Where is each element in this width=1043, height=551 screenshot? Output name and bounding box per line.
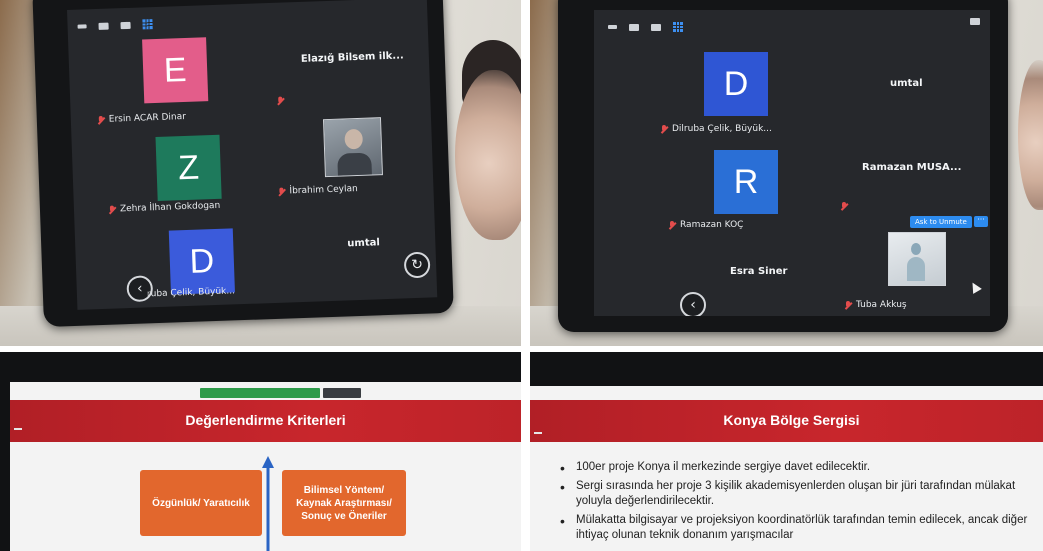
participant-name: Ersin ACAR Dinar: [97, 112, 186, 125]
minimize-icon[interactable]: [608, 25, 617, 29]
video-thumbnail: [322, 117, 383, 178]
toolbar[interactable]: [77, 17, 153, 34]
participant-name-text: İbrahim Ceylan: [289, 184, 358, 197]
photo-top-left: E Ersin ACAR Dinar Elazığ Bilsem ilk... …: [0, 0, 521, 346]
mic-muted-icon: [844, 300, 852, 310]
participant-name: umtal: [347, 237, 381, 250]
tablet-bezel: E Ersin ACAR Dinar Elazığ Bilsem ilk... …: [32, 0, 454, 328]
window-icon[interactable]: [629, 23, 639, 31]
tablet-bezel: D Dilruba Çelik, Büyük... umtal R Ramaza…: [558, 0, 1008, 332]
participant-name: Dilruba Çelik, Büyük...: [660, 124, 772, 134]
avatar: E: [142, 37, 209, 104]
bullet-item: 100er proje Konya il merkezinde sergiye …: [560, 459, 1043, 477]
person-body: [337, 152, 372, 176]
participant-name-text: Ersin ACAR Dinar: [108, 111, 187, 125]
mic-muted-icon: [277, 187, 285, 196]
photo-bottom-right: Konya Bölge Sergisi 100er proje Konya il…: [530, 352, 1043, 551]
slide-title: Konya Bölge Sergisi: [723, 412, 860, 428]
mic-muted-icon: [660, 124, 668, 134]
slide-screen: Konya Bölge Sergisi 100er proje Konya il…: [530, 386, 1043, 551]
avatar: Z: [155, 134, 222, 202]
fullscreen-icon[interactable]: [970, 18, 980, 25]
participant-name: umtal: [890, 78, 923, 89]
person-body: [907, 257, 925, 281]
video-thumbnail: [888, 232, 946, 286]
person-head: [911, 243, 921, 255]
bullet-list: 100er proje Konya il merkezinde sergiye …: [560, 459, 1043, 547]
participant-name-text: Zehra İlhan Gokdogan: [119, 200, 221, 215]
mic-muted-icon: [668, 220, 676, 230]
mic-muted-icon: [276, 97, 284, 106]
participant-name-text: Tuba Akkuş: [856, 300, 907, 310]
participant-name-text: Dilruba Çelik, Büyük...: [672, 124, 772, 134]
mic-muted-icon: [108, 205, 116, 214]
gallery-view-icon[interactable]: [673, 22, 683, 32]
axis-arrow-up: [262, 456, 274, 468]
mic-muted-icon: [97, 115, 105, 124]
meeting-screen: D Dilruba Çelik, Büyük... umtal R Ramaza…: [594, 10, 990, 316]
chevron-left-icon[interactable]: ‹: [680, 292, 706, 316]
participant-name: Tuba Akkuş: [844, 300, 907, 310]
meeting-screen: E Ersin ACAR Dinar Elazığ Bilsem ilk... …: [67, 0, 438, 310]
participant-name: Esra Siner: [730, 266, 788, 277]
participant-name: Ramazan MUSA...: [862, 162, 962, 173]
toolbar[interactable]: [608, 20, 683, 34]
photo-bottom-left: Değerlendirme Kriterleri Özgünlük/ Yarat…: [0, 352, 521, 551]
participant-name: ruba Çelik, Büyük...: [147, 286, 235, 299]
minimize-icon[interactable]: [77, 24, 87, 29]
rotate-icon[interactable]: ↻: [403, 251, 431, 279]
bullet-item: Sergi sırasında her proje 3 kişilik akad…: [560, 478, 1043, 510]
avatar: D: [168, 228, 235, 295]
mic-muted-icon: [840, 202, 848, 211]
photo-top-right: D Dilruba Çelik, Büyük... umtal R Ramaza…: [530, 0, 1043, 346]
ask-to-unmute-button[interactable]: Ask to Unmute: [910, 216, 972, 228]
more-options-button[interactable]: ···: [974, 216, 988, 227]
window-icon[interactable]: [120, 21, 131, 29]
speaker-chip: [534, 432, 542, 434]
mouse-cursor-icon: [968, 280, 982, 294]
avatar: D: [704, 52, 768, 116]
participant-name-text: ruba Çelik, Büyük...: [146, 286, 236, 300]
participant-name: Zehra İlhan Gokdogan: [108, 201, 221, 215]
participant-name: Elazığ Bilsem ilk...: [300, 50, 404, 65]
diagram-axes: [262, 456, 274, 551]
window-icon[interactable]: [651, 23, 661, 31]
participant-name-text: Ramazan KOÇ: [680, 220, 744, 230]
person-head: [344, 128, 364, 150]
participant-name: Ramazan KOÇ: [668, 220, 743, 230]
slide-screen: Değerlendirme Kriterleri Özgünlük/ Yarat…: [10, 382, 521, 551]
gallery-view-icon[interactable]: [142, 19, 153, 30]
window-icon[interactable]: [98, 22, 109, 30]
person-face: [455, 70, 521, 240]
participant-name: İbrahim Ceylan: [277, 184, 358, 197]
criteria-box-originality: Özgünlük/ Yaratıcılık: [140, 470, 262, 536]
avatar: R: [714, 150, 778, 214]
criteria-box-scientific-method: Bilimsel Yöntem/ Kaynak Araştırması/ Son…: [282, 470, 406, 536]
bullet-item: Mülakatta bilgisayar ve projeksiyon koor…: [560, 512, 1043, 544]
